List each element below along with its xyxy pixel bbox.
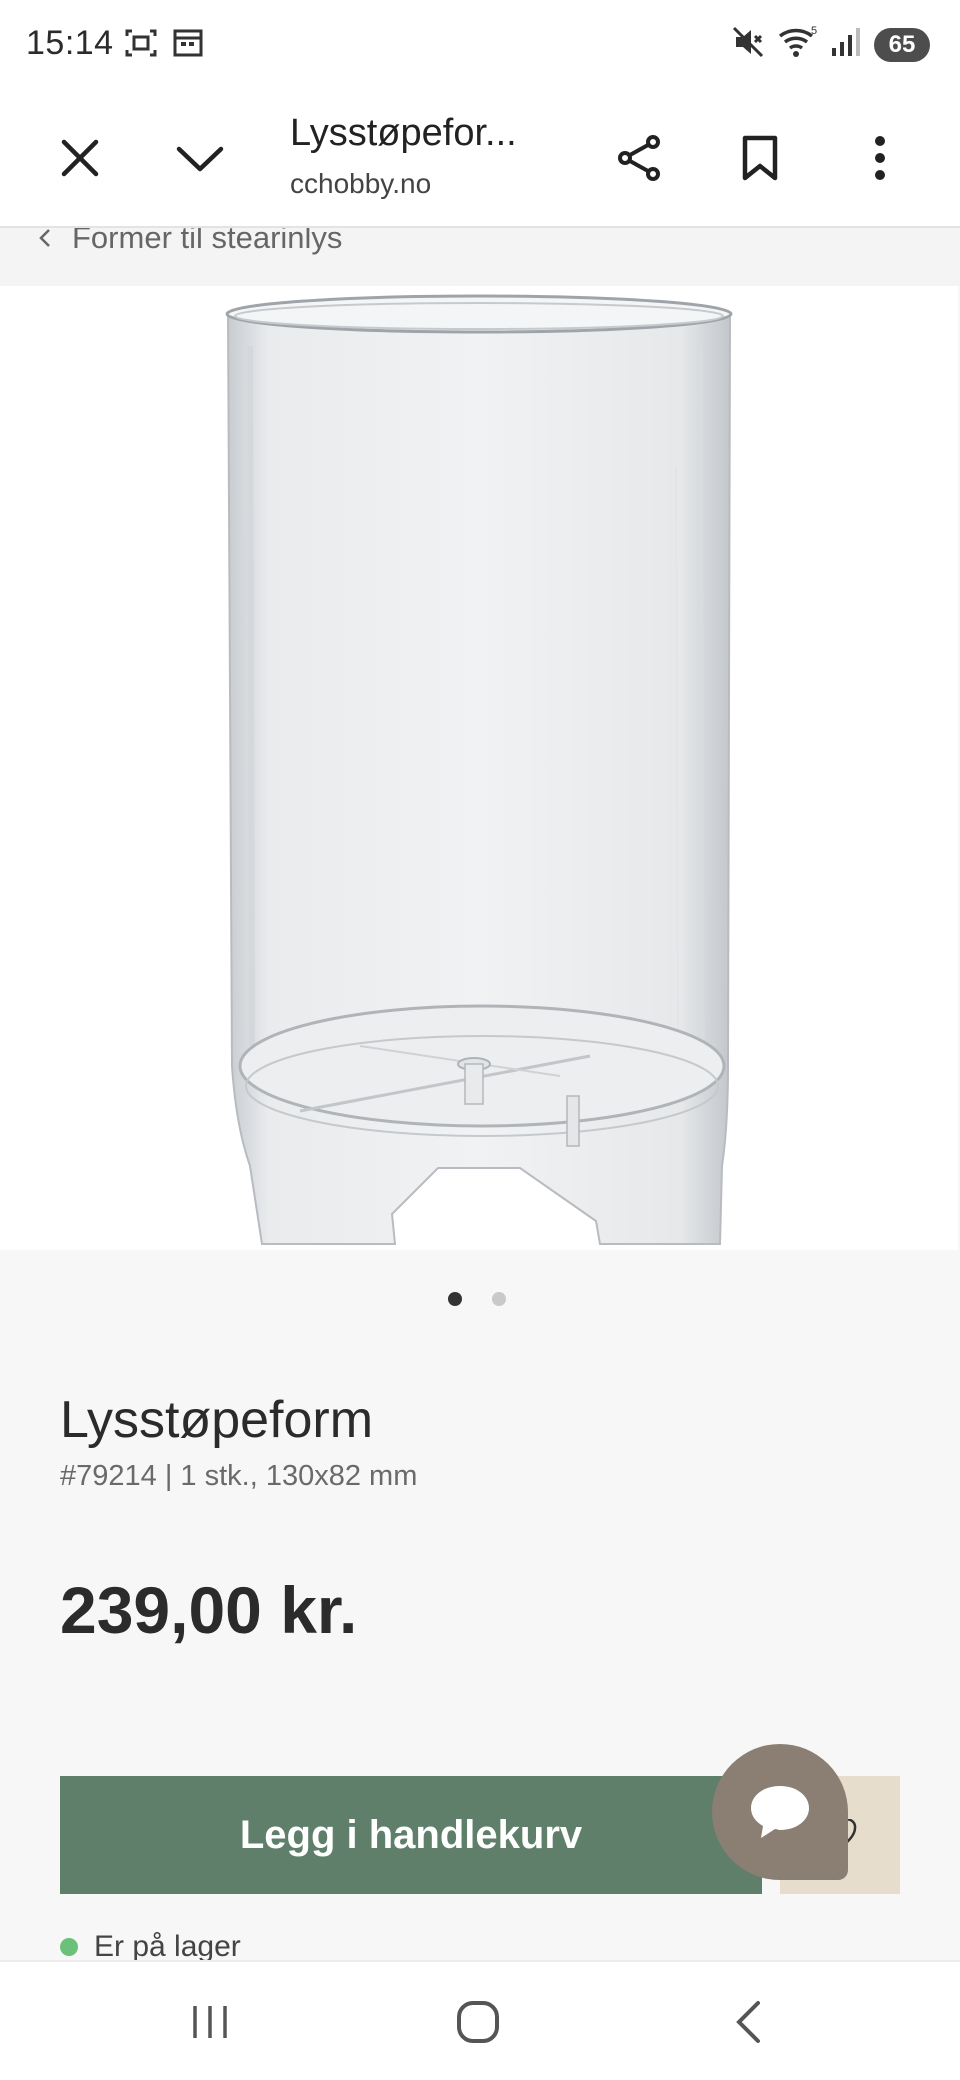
- recent-apps-icon: [193, 2006, 227, 2038]
- stock-status: Er på lager: [60, 1930, 241, 1964]
- stock-label: Er på lager: [94, 1930, 241, 1963]
- product-meta: #79214 | 1 stk., 130x82 mm: [60, 1460, 418, 1492]
- system-nav-bar: [0, 1960, 960, 2080]
- svg-text:5: 5: [811, 25, 817, 37]
- wifi-icon: 5: [778, 24, 818, 65]
- status-time: 15:14: [26, 24, 114, 62]
- signal-icon: [830, 26, 862, 63]
- chevron-left-icon: [39, 229, 50, 247]
- battery-indicator: 65: [874, 27, 930, 62]
- recent-apps-button[interactable]: [175, 1990, 245, 2054]
- minimize-button[interactable]: [168, 126, 232, 190]
- close-icon: [61, 139, 99, 177]
- gallery-pagination: [448, 1292, 506, 1306]
- candle-mold-image: [225, 294, 733, 1245]
- browser-toolbar: Lysstøpefor... cchobby.no: [0, 90, 960, 228]
- more-vertical-icon: [875, 136, 885, 180]
- home-button[interactable]: [443, 1990, 513, 2054]
- product-price: 239,00 kr.: [60, 1573, 358, 1647]
- in-stock-indicator: [60, 1938, 78, 1956]
- bookmark-button[interactable]: [728, 126, 792, 190]
- gallery-dot-1[interactable]: [448, 1292, 462, 1306]
- page-title: Lysstøpefor...: [290, 112, 517, 154]
- share-icon: [618, 135, 660, 181]
- mute-icon: [730, 24, 766, 65]
- back-icon: [736, 2001, 760, 2043]
- breadcrumb-link[interactable]: Former til stearinlys: [38, 228, 342, 256]
- calendar-icon: [172, 26, 204, 65]
- close-button[interactable]: [48, 126, 112, 190]
- chevron-down-icon: [176, 146, 224, 172]
- gallery-dot-2[interactable]: [492, 1292, 506, 1306]
- share-button[interactable]: [608, 126, 672, 190]
- product-name: Lysstøpeform: [60, 1391, 374, 1449]
- status-bar: 15:14 5 65: [0, 0, 960, 90]
- product-image[interactable]: [0, 286, 958, 1250]
- page-url: cchobby.no: [290, 168, 432, 199]
- chat-button[interactable]: [712, 1744, 848, 1880]
- breadcrumb-label: Former til stearinlys: [72, 228, 343, 255]
- page: 15:14 5 65 Lysstøpefor... cchobby.no For…: [0, 0, 960, 2080]
- screenshot-icon: [124, 26, 158, 65]
- breadcrumb: Former til stearinlys: [0, 228, 960, 286]
- add-to-cart-button[interactable]: Legg i handlekurv: [60, 1776, 762, 1894]
- home-icon: [457, 2001, 499, 2043]
- more-options-button[interactable]: [848, 126, 912, 190]
- bookmark-icon: [742, 135, 778, 181]
- back-button[interactable]: [713, 1990, 783, 2054]
- chat-bubble-icon: [751, 1786, 809, 1838]
